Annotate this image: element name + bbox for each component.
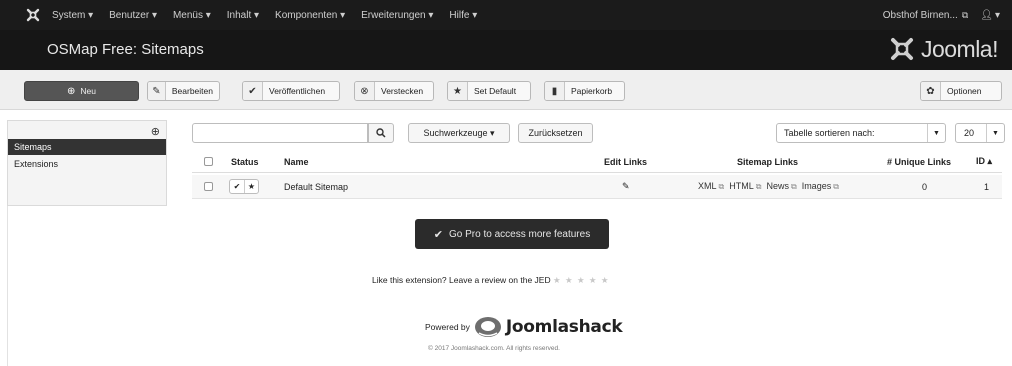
unpublish-icon: ⊗ [355,82,375,100]
menu-komponenten[interactable]: Komponenten ▾ [275,10,345,21]
publish-button[interactable]: ✔ Veröffentlichen [242,81,340,101]
sitemap-name-link[interactable]: Default Sitemap [284,175,348,198]
menu-menus[interactable]: Menüs ▾ [173,10,211,21]
page-title: OSMap Free: Sitemaps [47,41,204,58]
col-edit-links: Edit Links [604,156,648,167]
external-link-icon: ⧉ [790,182,797,191]
id-value: 1 [984,181,990,192]
copyright: © 2017 Joomlashack.com. All rights reser… [428,345,560,352]
options-button[interactable]: ✿ Optionen [920,81,1002,101]
powered-by: Powered by Joomlashack [425,316,623,338]
xml-link[interactable]: XML ⧉ [698,181,724,192]
review-prompt: Like this extension? Leave a review on t… [372,275,672,286]
status-toggle-group: ✔ ★ [229,179,259,194]
star-icon: ★ [448,82,468,100]
row-status-cell: ✔ ★ [229,175,259,198]
table-row: ✔ ★ Default Sitemap ✎ XML ⧉ HTML ⧉ News ⧉ I… [192,175,1002,199]
col-unique-links[interactable]: # Unique Links [887,151,951,172]
sidebar-toggle-icon[interactable]: ⊕ [151,125,160,138]
sitemap-links-cell: XML ⧉ HTML ⧉ News ⧉ Images ⧉ [698,175,844,198]
user-icon[interactable]: 👤︎ [980,10,993,21]
joomla-brand-icon [890,38,913,60]
external-link-icon: ⧉ [961,9,969,20]
select-all-checkbox[interactable] [204,157,213,166]
review-link[interactable]: Like this extension? Leave a review on t… [372,275,551,285]
sidebar-item-extensions[interactable]: Extensions [8,156,166,172]
sort-select-label: Tabelle sortieren nach: [784,128,875,138]
topnav-right: Obsthof Birnen... ⧉ 👤︎ ▾ [875,0,1000,30]
reset-button[interactable]: Zurücksetzen [518,123,593,143]
html-link[interactable]: HTML ⧉ [729,181,761,192]
edit-icon: ✎ [148,82,166,100]
news-link[interactable]: News ⧉ [766,181,796,192]
joomla-brand: Joomla! [887,34,999,64]
sidebar-item-label: Extensions [14,159,59,169]
row-checkbox-cell [204,175,213,198]
site-link[interactable]: Obsthof Birnen... [883,10,958,21]
joomlashack-logo-icon[interactable] [474,316,502,338]
trash-button[interactable]: ▮ Papierkorb [544,81,625,101]
gear-icon: ✿ [921,82,941,100]
joomla-wordmark: Joomla! [920,35,999,62]
default-star-icon[interactable]: ★ [244,180,258,193]
main-menu: System ▾ Benutzer ▾ Menüs ▾ Inhalt ▾ Kom… [52,0,493,30]
edit-button[interactable]: ✎ Bearbeiten [147,81,220,101]
hide-button[interactable]: ⊗ Verstecken [354,81,434,101]
search-tools-button[interactable]: Suchwerkzeuge ▾ [408,123,510,143]
sidebar-item-label: Sitemaps [14,142,52,152]
menu-hilfe[interactable]: Hilfe ▾ [449,10,477,21]
chevron-down-icon: ▼ [986,124,1004,142]
sidebar-item-sitemaps[interactable]: Sitemaps [8,139,166,155]
menu-system[interactable]: System ▾ [52,10,93,21]
joomla-logo-icon[interactable] [26,8,40,22]
check-icon: ✔ [243,82,263,100]
external-link-icon: ⧉ [718,182,725,191]
published-check-icon[interactable]: ✔ [230,180,244,193]
col-id[interactable]: ID ▴ [976,151,992,172]
joomlashack-wordmark[interactable]: Joomlashack [506,317,623,337]
search-input[interactable] [192,123,368,143]
content-divider [7,206,8,366]
trash-icon: ▮ [545,82,565,100]
page-header: OSMap Free: Sitemaps Joomla! [0,30,1012,70]
new-button[interactable]: ⊕ Neu [24,81,139,101]
set-default-button[interactable]: ★ Set Default [447,81,531,101]
edit-links-icon[interactable]: ✎ [622,175,630,198]
chevron-down-icon: ▼ [927,124,945,142]
images-link[interactable]: Images ⧉ [802,181,839,192]
external-link-icon: ⧉ [833,182,839,191]
user-menu-caret[interactable]: ▾ [995,10,1000,21]
rating-stars-icon[interactable]: ★ ★ ★ ★ ★ [553,275,610,285]
col-name[interactable]: Name [284,151,309,172]
go-pro-label: Go Pro to access more features [449,228,591,240]
menu-inhalt[interactable]: Inhalt ▾ [227,10,259,21]
menu-erweiterungen[interactable]: Erweiterungen ▾ [361,10,433,21]
powered-by-label: Powered by [425,322,470,332]
limit-select-value: 20 [964,128,975,138]
col-sitemap-links: Sitemap Links [737,156,799,167]
select-all-cell [204,151,213,172]
menu-benutzer[interactable]: Benutzer ▾ [109,10,157,21]
check-icon: ✔ [433,228,444,241]
external-link-icon: ⧉ [755,182,762,191]
top-menu-bar: System ▾ Benutzer ▾ Menüs ▾ Inhalt ▾ Kom… [0,0,1012,30]
plus-circle-icon: ⊕ [67,85,76,97]
sort-select[interactable]: Tabelle sortieren nach: ▼ [776,123,946,143]
table-header: Status Name Edit Links Sitemap Links # U… [192,151,1002,173]
row-checkbox[interactable] [204,182,213,191]
search-button[interactable] [368,123,394,143]
unique-links-value: 0 [922,181,928,192]
limit-select[interactable]: 20 ▼ [955,123,1005,143]
sidebar: ⊕ Sitemaps Extensions [7,120,167,206]
search-icon [376,128,386,138]
col-status[interactable]: Status [231,151,259,172]
go-pro-button[interactable]: ✔ Go Pro to access more features [415,219,609,249]
